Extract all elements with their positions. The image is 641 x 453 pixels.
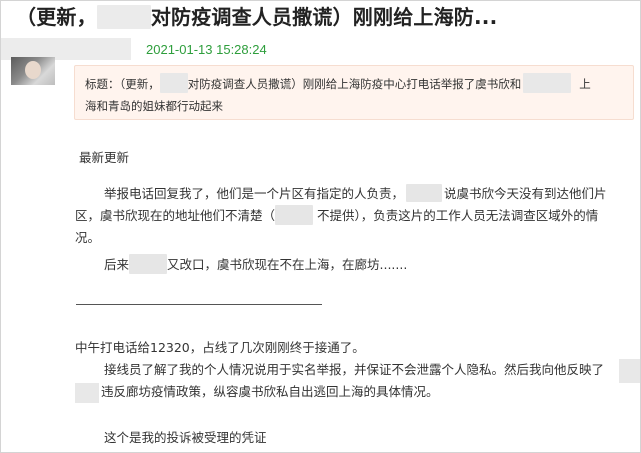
- paragraph-later: 后来 又改口，虞书欣现在不在上海，在廊坊.......: [104, 254, 624, 276]
- quoted-title-box: 标题：（更新， 对防疫调查人员撒谎）刚刚给上海防疫中心打电话举报了虞书欣和 上 海和…: [74, 65, 634, 120]
- paragraph-report-reply: 举报电话回复我了，他们是一个片区有指定的人负责， 说虞书欣今天没有到达他们片 区，…: [75, 183, 635, 249]
- paragraph-text: 又改口，虞书欣现在不在上海，在廊坊.......: [167, 257, 408, 272]
- post-timestamp: 2021-01-13 15:28:24: [146, 42, 267, 57]
- paragraph-text: 举报电话回复我了，他们是一个片区有指定的人负责，: [104, 186, 405, 201]
- paragraph-text: 不提供），负责这片的工作人员无法调查区域外的情: [317, 208, 599, 223]
- paragraph-line: 举报电话回复我了，他们是一个片区有指定的人负责， 说虞书欣今天没有到达他们片: [75, 183, 635, 205]
- paragraph-receipt: 这个是我的投诉被受理的凭证: [104, 430, 267, 445]
- section-title: 最新更新: [79, 150, 130, 165]
- author-avatar[interactable]: [11, 57, 55, 85]
- avatar-face: [25, 61, 41, 79]
- paragraph-line: 接线员了解了我的个人情况说用于实名举报，并保证不会泄露个人隐私。然后我向他反映了: [104, 362, 605, 377]
- quote-line-2: 海和青岛的姐妹都行动起来: [85, 99, 223, 113]
- redacted-block: [159, 73, 188, 93]
- redacted-block: [275, 205, 314, 225]
- quote-line-1: 标题：（更新， 对防疫调查人员撒谎）刚刚给上海防疫中心打电话举报了虞书欣和 上: [85, 73, 623, 95]
- quote-text: 对防疫调查人员撒谎）刚刚给上海防疫中心打电话举报了虞书欣和: [187, 77, 522, 91]
- redacted-block: [406, 184, 443, 202]
- redacted-block: [523, 73, 572, 93]
- redacted-block: [129, 254, 168, 274]
- article-page: （更新， 对防疫调查人员撒谎）刚刚给上海防... 2021-01-13 15:28…: [0, 0, 641, 453]
- paragraph-text: 区，虞书欣现在的地址他们不清楚（: [75, 208, 276, 223]
- quote-text: 标题：（更新，: [85, 77, 160, 91]
- paragraph-text: 后来: [104, 257, 130, 272]
- redacted-block: [96, 5, 151, 29]
- paragraph-line: 区，虞书欣现在的地址他们不清楚（ 不提供），负责这片的工作人员无法调查区域外的情: [75, 205, 635, 227]
- redacted-block: [75, 383, 99, 403]
- quote-text: 上: [579, 77, 591, 91]
- paragraph-line: 况。: [75, 230, 101, 245]
- article-title-part2: 对防疫调查人员撒谎）刚刚给上海防...: [150, 5, 498, 29]
- paragraph-call: 中午打电话给12320，占线了几次刚刚终于接通了。: [75, 340, 365, 355]
- paragraph-line: 违反廊坊疫情政策，纵容虞书欣私自出逃回上海的具体情况。: [101, 384, 439, 399]
- paragraph-text: 说虞书欣今天没有到达他们片: [444, 186, 607, 201]
- article-title-part1: （更新，: [16, 5, 97, 29]
- redacted-block: [619, 359, 640, 383]
- paragraph-operator: 接线员了解了我的个人情况说用于实名举报，并保证不会泄露个人隐私。然后我向他反映了…: [75, 359, 635, 403]
- horizontal-divider: [76, 304, 322, 305]
- article-title[interactable]: （更新， 对防疫调查人员撒谎）刚刚给上海防...: [16, 3, 636, 31]
